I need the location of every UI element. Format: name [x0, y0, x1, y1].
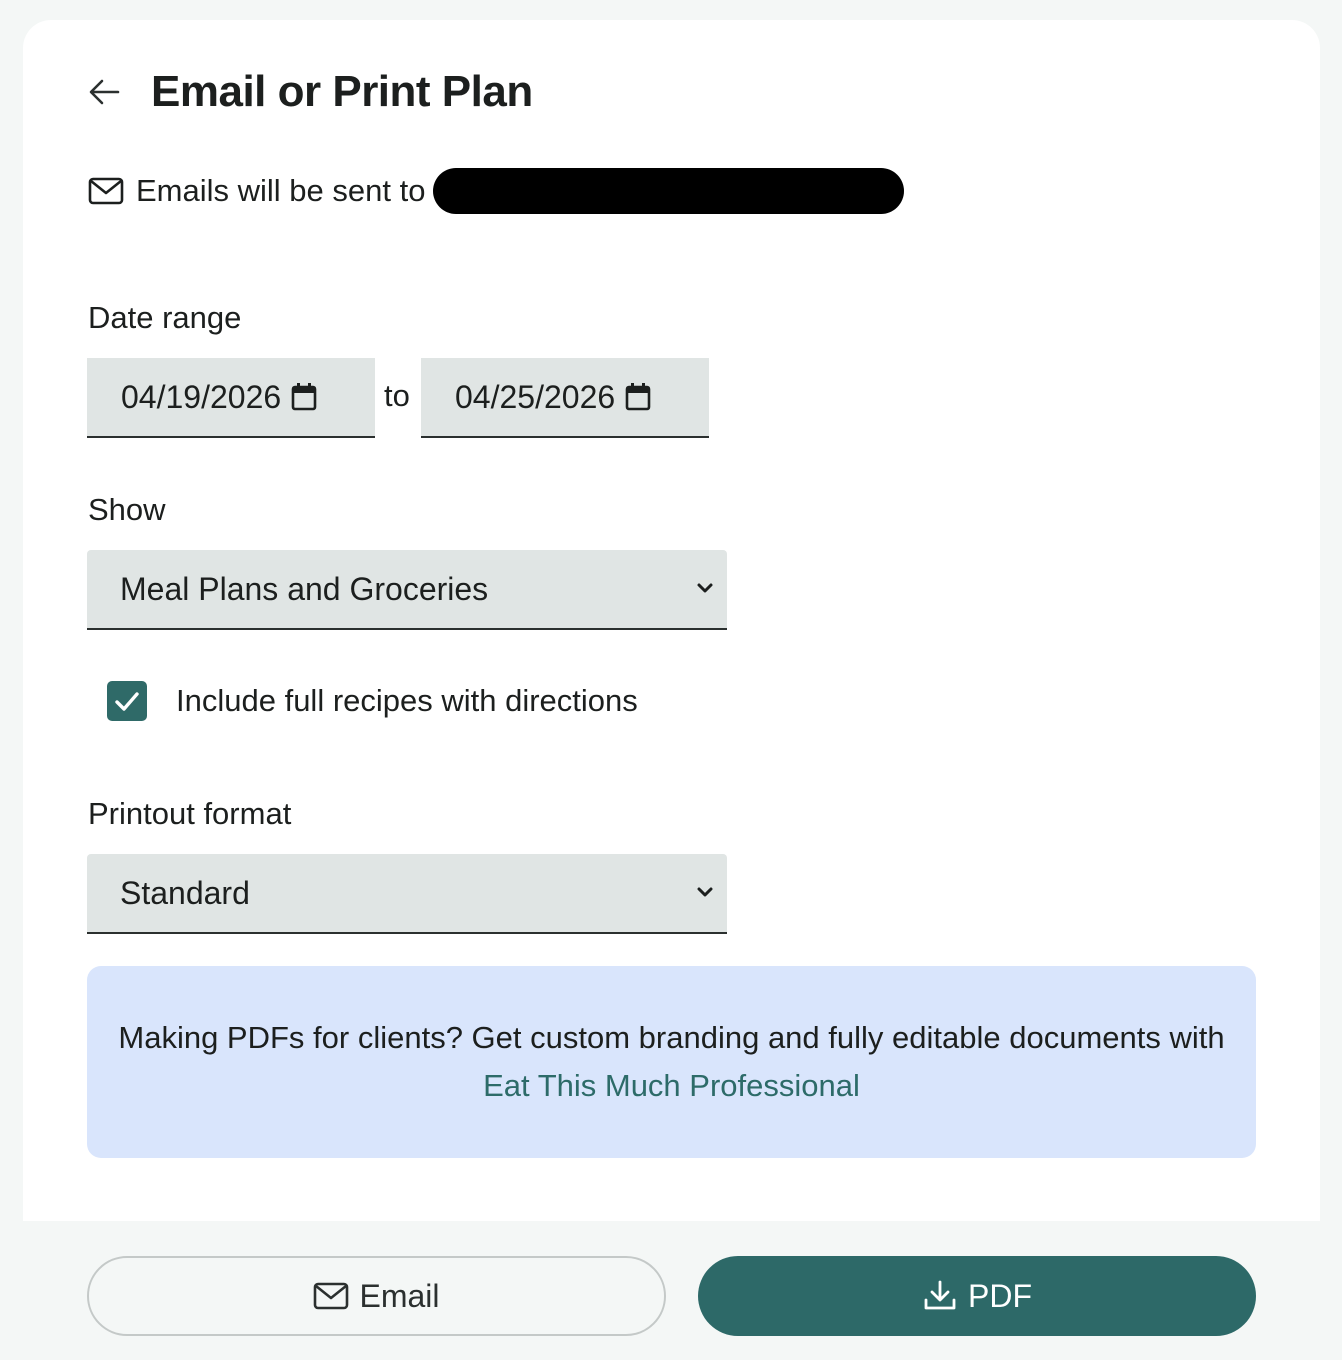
pdf-download-button[interactable]: PDF: [698, 1256, 1256, 1336]
checkmark-icon: [115, 692, 139, 711]
mail-icon: [313, 1281, 349, 1311]
chevron-down-icon: [697, 583, 713, 593]
include-recipes-label[interactable]: Include full recipes with directions: [176, 683, 638, 719]
printout-format-selected-value: Standard: [120, 874, 250, 911]
dialog-header: Email or Print Plan: [88, 66, 533, 118]
calendar-icon[interactable]: [625, 382, 653, 412]
promo-text: Making PDFs for clients? Get custom bran…: [117, 1014, 1226, 1110]
show-select[interactable]: Meal Plans and Groceries: [87, 550, 727, 630]
chevron-down-icon: [697, 887, 713, 897]
end-date-value: 04/25/2026: [455, 378, 616, 415]
email-notice: Emails will be sent to: [88, 168, 905, 214]
promo-body: Making PDFs for clients? Get custom bran…: [118, 1020, 1225, 1055]
calendar-icon[interactable]: [291, 382, 319, 412]
show-selected-value: Meal Plans and Groceries: [120, 570, 489, 607]
email-notice-text: Emails will be sent to: [136, 173, 426, 208]
email-button-label: Email: [359, 1277, 440, 1314]
printout-format-label: Printout format: [88, 796, 292, 831]
date-range-label: Date range: [88, 300, 242, 335]
arrow-left-icon: [89, 79, 120, 105]
end-date-input[interactable]: 04/25/2026: [421, 358, 709, 438]
start-date-value: 04/19/2026: [121, 378, 282, 415]
professional-link[interactable]: Eat This Much Professional: [483, 1068, 860, 1103]
redacted-email: [433, 168, 905, 214]
include-recipes-checkbox[interactable]: [107, 681, 147, 721]
date-separator: to: [384, 378, 410, 413]
page-title: Email or Print Plan: [151, 67, 533, 116]
email-button[interactable]: Email: [87, 1256, 666, 1336]
pdf-button-label: PDF: [968, 1277, 1032, 1314]
download-icon: [922, 1279, 958, 1313]
start-date-input[interactable]: 04/19/2026: [87, 358, 375, 438]
show-label: Show: [88, 492, 166, 527]
include-recipes-row: Include full recipes with directions: [107, 681, 638, 721]
professional-promo-banner: Making PDFs for clients? Get custom bran…: [87, 966, 1256, 1158]
mail-icon: [88, 175, 126, 207]
printout-format-select[interactable]: Standard: [87, 854, 727, 934]
back-button[interactable]: [88, 66, 124, 118]
